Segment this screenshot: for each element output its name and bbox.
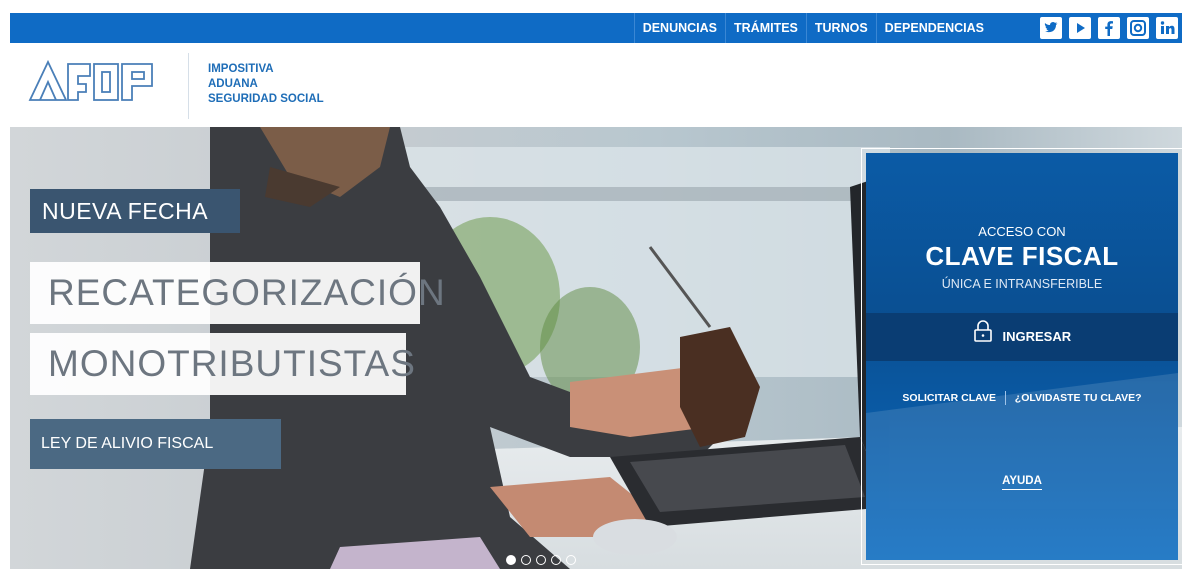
nav-link-dependencias[interactable]: DEPENDENCIAS [875,13,992,43]
login-access-label: ACCESO CON [978,224,1066,239]
help-link[interactable]: AYUDA [1002,475,1042,490]
afip-logo[interactable] [28,56,174,104]
forgot-key-link[interactable]: ¿OLVIDASTE TU CLAVE? [1015,392,1142,404]
login-subtitle: ÚNICA E INTRANSFERIBLE [941,277,1103,291]
hero-badge: NUEVA FECHA [30,189,240,233]
login-button-label: INGRESAR [1002,329,1072,344]
top-nav: DENUNCIAS TRÁMITES TURNOS DEPENDENCIAS [633,13,992,43]
hero-title-line2: MONOTRIBUTISTAS [30,333,415,395]
carousel-dot[interactable] [566,555,576,565]
nav-link-turnos[interactable]: TURNOS [805,13,876,43]
header-divider [188,53,189,119]
tagline-impositiva: IMPOSITIVA [208,63,274,75]
instagram-icon[interactable] [1127,17,1149,39]
carousel-dot[interactable] [521,555,531,565]
top-nav-bar: DENUNCIAS TRÁMITES TURNOS DEPENDENCIAS [10,13,1182,43]
carousel-dot[interactable] [506,555,516,565]
login-button[interactable]: INGRESAR [866,313,1178,361]
lock-icon [973,314,993,362]
nav-link-tramites[interactable]: TRÁMITES [725,13,806,43]
link-separator [1004,391,1006,405]
carousel-dots [506,555,576,565]
linkedin-icon[interactable] [1156,17,1178,39]
youtube-icon[interactable] [1069,17,1091,39]
help-link-wrapper: AYUDA [866,475,1178,490]
tagline-seguridad-social: SEGURIDAD SOCIAL [208,93,324,105]
carousel-dot[interactable] [536,555,546,565]
tagline-aduana: ADUANA [208,78,258,90]
carousel-dot[interactable] [551,555,561,565]
login-title: CLAVE FISCAL [925,241,1119,271]
login-links: SOLICITAR CLAVE ¿OLVIDASTE TU CLAVE? [866,391,1178,405]
nav-link-denuncias[interactable]: DENUNCIAS [633,13,725,43]
hero-subtitle: LEY DE ALIVIO FISCAL [30,419,281,469]
header-tagline: IMPOSITIVA ADUANA SEGURIDAD SOCIAL [208,62,324,107]
social-links [1040,17,1178,39]
facebook-icon[interactable] [1098,17,1120,39]
twitter-icon[interactable] [1040,17,1062,39]
request-key-link[interactable]: SOLICITAR CLAVE [902,392,996,404]
login-panel: ACCESO CON CLAVE FISCAL ÚNICA E INTRANSF… [866,153,1178,560]
hero-banner[interactable]: NUEVA FECHA RECATEGORIZACIÓN MONOTRIBUTI… [10,127,1182,569]
hero-title-line1: RECATEGORIZACIÓN [30,262,445,324]
